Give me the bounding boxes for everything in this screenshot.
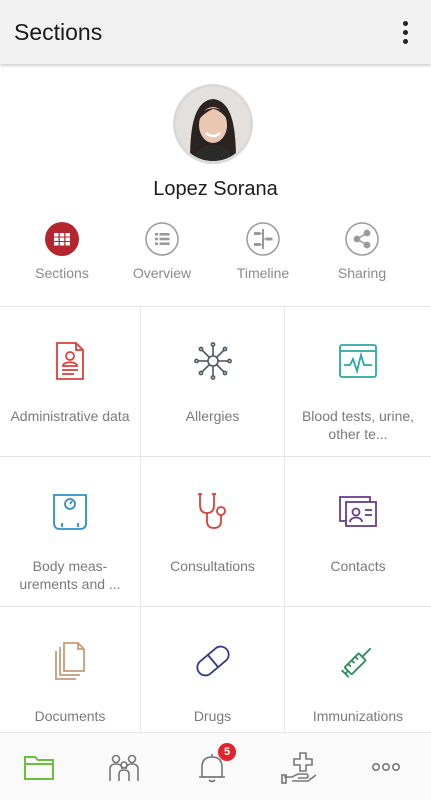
- heart-monitor-icon: [339, 344, 377, 378]
- tab-label: Timeline: [236, 265, 290, 281]
- nav-family[interactable]: [104, 747, 144, 787]
- tab-overview[interactable]: Overview: [112, 222, 212, 281]
- section-blood-tests[interactable]: Blood tests, urine, other te...: [285, 307, 431, 457]
- profile-header: Lopez Sorana Sections Overview Timeline …: [0, 64, 431, 307]
- tab-label: Sharing: [337, 265, 387, 281]
- section-allergies[interactable]: Allergies: [141, 307, 285, 457]
- view-switcher: Sections Overview Timeline Sharing: [0, 222, 431, 292]
- nav-folder[interactable]: [20, 747, 60, 787]
- timeline-icon: [246, 222, 280, 256]
- sections-grid: Administrative data Allergies Blood test…: [0, 306, 431, 732]
- section-body-measurements[interactable]: Body meas- urements and ...: [0, 457, 141, 607]
- section-label: Immunizations: [312, 708, 404, 724]
- administrative-document-icon: [56, 342, 84, 380]
- bottom-navigation: 5: [0, 732, 431, 800]
- section-documents[interactable]: Documents: [0, 607, 141, 732]
- tab-label: Sections: [35, 265, 89, 281]
- section-drugs[interactable]: Drugs: [141, 607, 285, 732]
- section-administrative-data[interactable]: Administrative data: [0, 307, 141, 457]
- section-consultations[interactable]: Consultations: [141, 457, 285, 607]
- section-contacts[interactable]: Contacts: [285, 457, 431, 607]
- section-immunizations[interactable]: Immunizations: [285, 607, 431, 732]
- profile-name: Lopez Sorana: [153, 178, 278, 200]
- more-options-icon[interactable]: [393, 16, 417, 48]
- tab-label: Overview: [132, 265, 192, 281]
- page-title: Sections: [14, 18, 103, 45]
- section-label: Documents: [34, 708, 106, 724]
- documents-icon: [55, 642, 85, 680]
- avatar[interactable]: [173, 84, 253, 164]
- notification-badge: 5: [218, 743, 236, 761]
- section-label: Administrative data: [10, 408, 130, 424]
- tab-timeline[interactable]: Timeline: [213, 222, 313, 281]
- section-label: Drugs: [193, 708, 232, 724]
- syringe-icon: [341, 647, 372, 678]
- weight-scale-icon: [53, 494, 87, 530]
- allergen-icon: [193, 342, 232, 380]
- grid-icon: [45, 222, 79, 256]
- medical-hand-icon: [281, 752, 317, 784]
- family-icon: [109, 754, 139, 781]
- section-label: Blood tests, urine, other te...: [301, 408, 415, 442]
- nav-more[interactable]: [366, 747, 406, 787]
- section-label: Consultations: [170, 558, 255, 574]
- contact-card-icon: [339, 496, 377, 527]
- more-icon: [372, 762, 400, 771]
- nav-medical[interactable]: [280, 747, 320, 787]
- share-icon: [345, 222, 379, 256]
- tab-sections[interactable]: Sections: [12, 222, 112, 281]
- nav-notifications[interactable]: 5: [192, 743, 236, 787]
- app-bar: Sections: [0, 0, 431, 64]
- section-label: Allergies: [185, 408, 240, 424]
- list-icon: [145, 222, 179, 256]
- section-label: Body meas- urements and ...: [19, 558, 121, 592]
- stethoscope-icon: [197, 493, 226, 529]
- folder-icon: [24, 756, 54, 780]
- tab-sharing[interactable]: Sharing: [312, 222, 412, 281]
- section-label: Contacts: [330, 558, 386, 574]
- pill-icon: [195, 645, 230, 677]
